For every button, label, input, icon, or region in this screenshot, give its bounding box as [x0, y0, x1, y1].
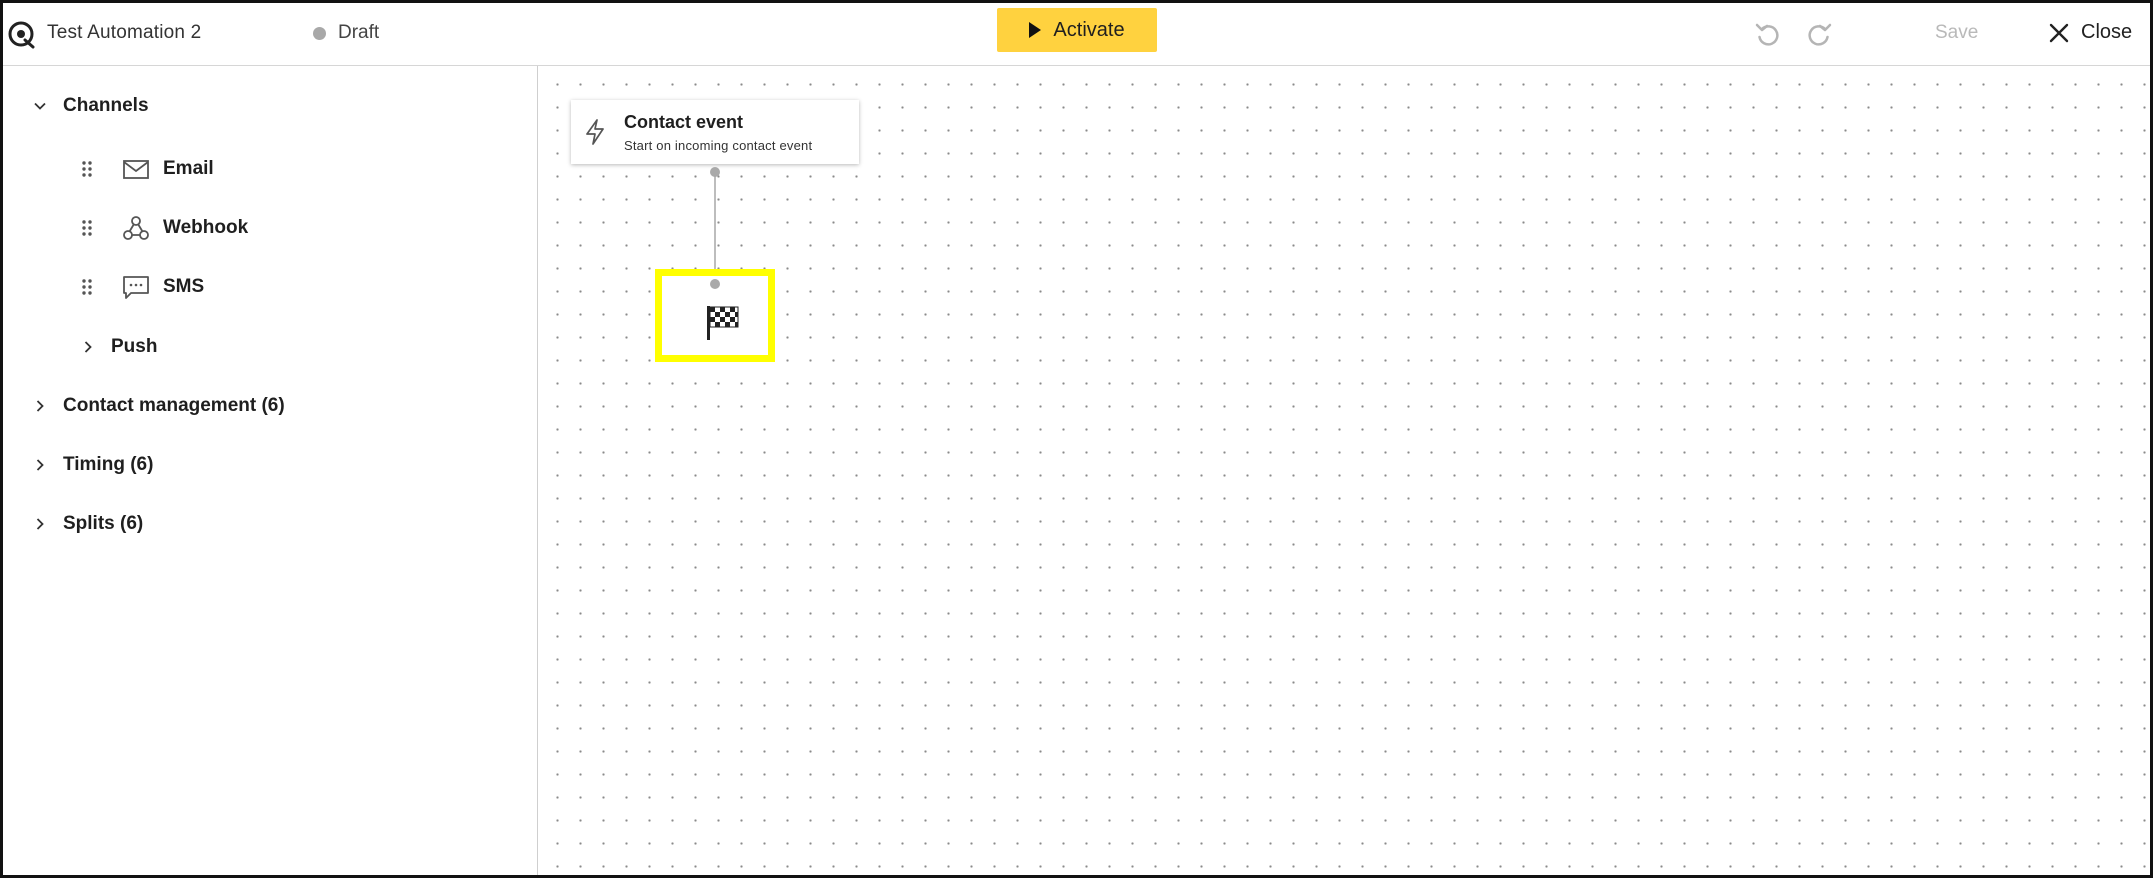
- status-indicator: Draft: [313, 22, 379, 44]
- drag-handle-icon[interactable]: [81, 278, 93, 296]
- undo-icon[interactable]: [1753, 20, 1783, 50]
- top-bar: Test Automation 2 Draft Activate Save Cl…: [3, 3, 2150, 66]
- component-label: SMS: [163, 276, 205, 297]
- drag-handle-icon[interactable]: [81, 219, 93, 237]
- subgroup-push[interactable]: Push: [81, 336, 157, 358]
- app-logo-icon: [8, 21, 35, 49]
- components-sidebar: Channels Email Webhook SMS Push Contact …: [3, 66, 538, 875]
- group-label: Contact management (6): [63, 395, 285, 416]
- activate-label: Activate: [1053, 18, 1125, 41]
- group-contact-management[interactable]: Contact management (6): [33, 395, 285, 417]
- status-label: Draft: [338, 22, 380, 43]
- group-label: Timing (6): [63, 454, 154, 475]
- chevron-right-icon: [36, 400, 44, 412]
- input-port[interactable]: [710, 279, 720, 289]
- group-channels[interactable]: Channels: [33, 95, 149, 117]
- group-label: Channels: [63, 95, 149, 116]
- close-label: Close: [2081, 21, 2133, 43]
- trigger-node-contact-event[interactable]: Contact event Start on incoming contact …: [571, 100, 859, 164]
- chevron-right-icon: [36, 459, 44, 471]
- redo-icon[interactable]: [1804, 20, 1834, 50]
- group-label: Splits (6): [63, 513, 144, 534]
- component-label: Email: [163, 158, 214, 179]
- component-email[interactable]: Email: [81, 154, 214, 184]
- chevron-right-icon: [36, 518, 44, 530]
- drag-handle-icon[interactable]: [81, 160, 93, 178]
- close-icon: [2049, 23, 2069, 42]
- app-window: Test Automation 2 Draft Activate Save Cl…: [0, 0, 2153, 878]
- play-icon: [1029, 22, 1042, 38]
- lightning-bolt-icon: [586, 119, 604, 145]
- activate-button[interactable]: Activate: [997, 8, 1157, 52]
- node-subtitle: Start on incoming contact event: [624, 138, 813, 153]
- subgroup-label: Push: [111, 336, 158, 357]
- sms-icon: [123, 276, 149, 299]
- group-timing[interactable]: Timing (6): [33, 454, 153, 476]
- save-button[interactable]: Save: [1935, 22, 1978, 44]
- status-dot: [313, 26, 326, 40]
- node-title: Contact event: [624, 112, 744, 132]
- workflow-canvas[interactable]: Contact event Start on incoming contact …: [538, 66, 2150, 875]
- webhook-icon: [123, 216, 149, 240]
- chevron-right-icon: [84, 341, 92, 353]
- node-connector: [714, 172, 716, 284]
- automation-title[interactable]: Test Automation 2: [47, 22, 201, 44]
- group-splits[interactable]: Splits (6): [33, 513, 143, 535]
- component-label: Webhook: [163, 217, 249, 238]
- close-button[interactable]: Close: [2049, 21, 2132, 44]
- envelope-icon: [123, 160, 149, 179]
- chevron-down-icon: [34, 102, 46, 110]
- component-webhook[interactable]: Webhook: [81, 213, 248, 243]
- component-sms[interactable]: SMS: [81, 272, 204, 302]
- checkered-flag-icon: [707, 306, 739, 340]
- output-port[interactable]: [710, 167, 720, 177]
